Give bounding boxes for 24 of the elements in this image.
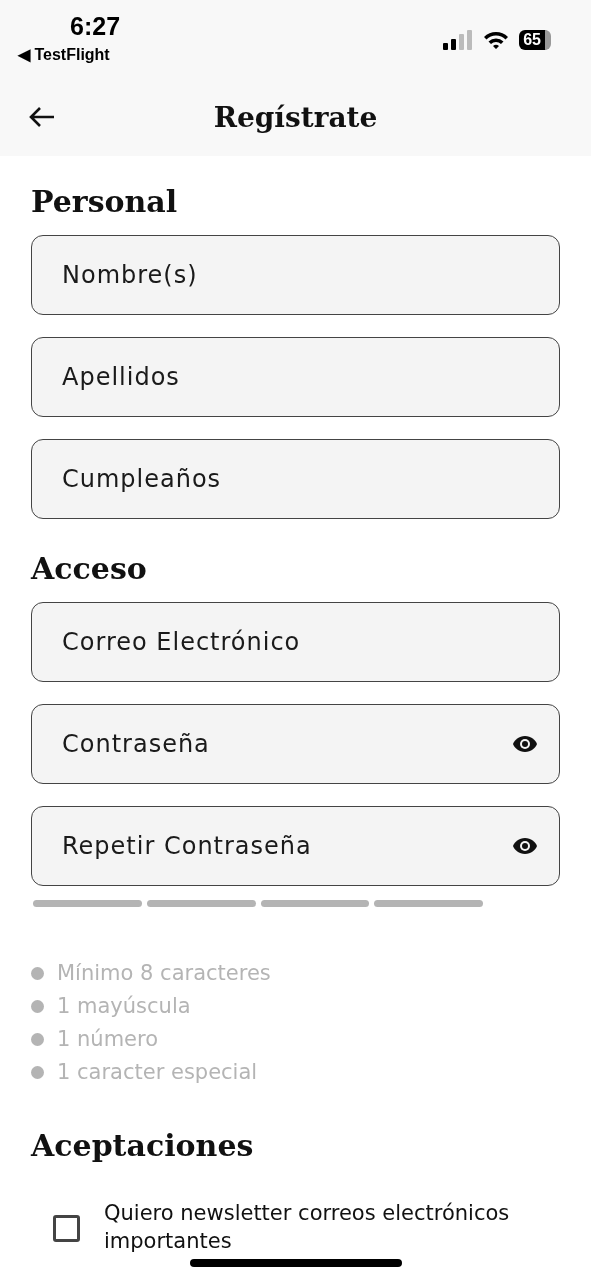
wifi-icon [483, 30, 510, 50]
back-button[interactable] [28, 105, 56, 129]
eye-icon[interactable] [512, 837, 538, 855]
input-field[interactable]: Correo Electrónico [31, 602, 560, 682]
section-title: Personal [31, 184, 179, 219]
requirement-text: 1 mayúscula [57, 994, 191, 1018]
requirement-text: 1 caracter especial [57, 1060, 258, 1084]
input-field[interactable]: Nombre(s) [31, 235, 560, 315]
eye-icon[interactable] [512, 735, 538, 753]
input-field[interactable]: Apellidos [31, 337, 560, 417]
password-field[interactable]: Contraseña [31, 704, 560, 784]
page-title: Regístrate [213, 100, 378, 134]
back-to-app-link[interactable]: ◀ TestFlight [18, 45, 110, 64]
status-time: 6:27 [70, 12, 121, 41]
section-title: Aceptaciones [31, 1128, 255, 1163]
input-field[interactable]: Cumpleaños [31, 439, 560, 519]
battery-icon: 65 [519, 30, 551, 50]
signal-icon [443, 30, 474, 50]
requirement-text: Mínimo 8 caracteres [57, 961, 271, 985]
checkbox-label: Quiero newsletter correos electrónicos importantes [104, 1200, 511, 1255]
section-title: Acceso [31, 551, 148, 586]
password-field[interactable]: Repetir Contraseña [31, 806, 560, 886]
requirement-text: 1 número [57, 1027, 159, 1051]
checkbox[interactable] [53, 1215, 80, 1242]
